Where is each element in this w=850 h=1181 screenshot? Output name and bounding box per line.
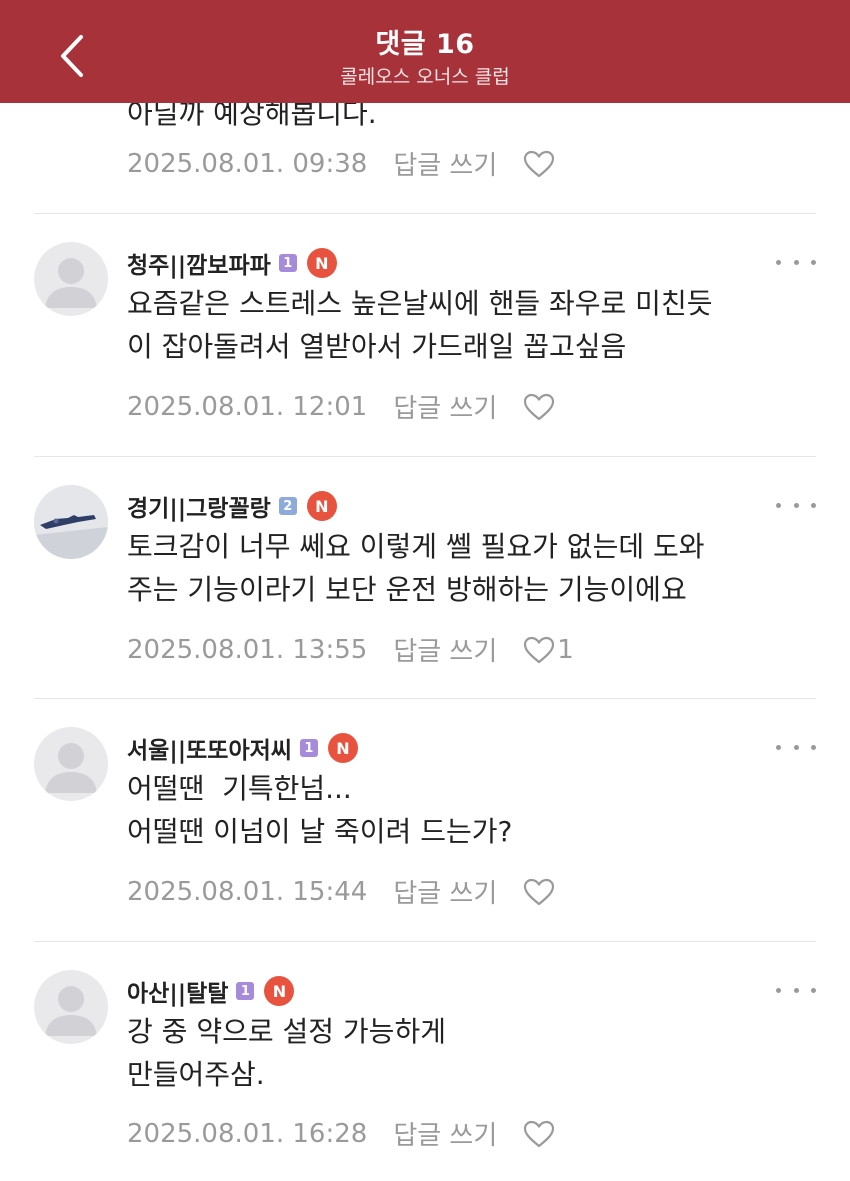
author-name[interactable]: 청주||깜보파파 [127, 246, 271, 280]
comment-meta: 2025.08.01. 13:55 답글 쓰기 1 [127, 631, 574, 668]
comment-meta: 2025.08.01. 12:01 답글 쓰기 [127, 388, 557, 425]
comment-divider [34, 698, 816, 699]
heart-outline-icon [524, 878, 555, 905]
author-name[interactable]: 서울||또또아저씨 [127, 731, 292, 765]
new-badge: N [306, 491, 337, 521]
reply-button[interactable]: 답글 쓰기 [393, 388, 497, 425]
comment-date: 2025.08.01. 16:28 [127, 1118, 368, 1149]
level-badge: 1 [236, 982, 255, 1000]
more-options-button[interactable] [776, 982, 816, 998]
heart-outline-icon [524, 1120, 555, 1147]
comment-date: 2025.08.01. 13:55 [127, 634, 368, 665]
author-row: 청주||깜보파파 1 N [127, 246, 337, 280]
new-badge: N [327, 733, 358, 763]
default-avatar[interactable] [34, 242, 108, 316]
comment-line: 어떨땐 기특한넘... [127, 772, 352, 805]
cafe-name: 콜레오스 오너스 클럽 [340, 66, 510, 88]
comment-meta: 2025.08.01. 09:38 답글 쓰기 [127, 145, 557, 182]
comment-divider [34, 213, 816, 214]
more-dot [811, 987, 816, 993]
default-avatar[interactable] [34, 970, 108, 1044]
comment-meta: 2025.08.01. 15:44 답글 쓰기 [127, 873, 557, 910]
profile-photo-icon [34, 485, 108, 559]
comment-text: 요즘같은 스트레스 높은날씨에 핸들 좌우로 미친듯 이 잡아돌려서 열받아서 … [127, 282, 712, 368]
like-count: 1 [557, 634, 574, 665]
more-options-button[interactable] [776, 254, 816, 270]
author-name[interactable]: 경기||그랑꼴랑 [127, 489, 271, 523]
like-button[interactable] [523, 393, 557, 421]
comment-meta: 2025.08.01. 16:28 답글 쓰기 [127, 1115, 557, 1152]
more-options-button[interactable] [776, 739, 816, 755]
photo-avatar[interactable] [34, 485, 108, 559]
comment-text: 토크감이 너무 쎄요 이렇게 쎌 필요가 없는데 도와 주는 기능이라기 보단 … [127, 525, 705, 611]
comment-line: 이 잡아돌려서 열받아서 가드래일 꼽고싶음 [127, 330, 627, 363]
author-row: 아산||탈탈 1 N [127, 974, 295, 1008]
more-dot [793, 744, 799, 750]
more-dot [811, 259, 816, 265]
new-badge: N [306, 248, 337, 278]
comment-line: 주는 기능이라기 보단 운전 방해하는 기능이에요 [127, 573, 687, 606]
person-icon [45, 986, 97, 1036]
more-dot [793, 502, 799, 508]
comment-line: 요즘같은 스트레스 높은날씨에 핸들 좌우로 미친듯 [127, 287, 713, 320]
new-badge: N [264, 976, 295, 1006]
comment-divider [34, 456, 816, 457]
like-button[interactable]: 1 [523, 635, 574, 665]
more-dot [776, 502, 781, 508]
like-button[interactable] [523, 150, 557, 178]
page-title: 댓글 16 [375, 29, 475, 60]
more-options-button[interactable] [776, 497, 816, 513]
heart-outline-icon [524, 393, 555, 420]
author-name[interactable]: 아산||탈탈 [127, 974, 228, 1008]
more-dot [793, 987, 799, 993]
comment-line: 강 중 약으로 설정 가능하게 [127, 1015, 446, 1048]
level-badge: 1 [278, 254, 297, 272]
author-row: 서울||또또아저씨 1 N [127, 731, 358, 765]
comment-divider [34, 941, 816, 942]
like-button[interactable] [523, 878, 557, 906]
comment-line: 만들어주삼. [127, 1058, 265, 1091]
heart-outline-icon [524, 150, 555, 177]
author-row: 경기||그랑꼴랑 2 N [127, 489, 337, 523]
level-badge: 2 [278, 497, 297, 515]
default-avatar[interactable] [34, 727, 108, 801]
heart-outline-icon [524, 636, 555, 663]
comment-text: 어떨땐 기특한넘... 어떨땐 이넘이 날 죽이려 드는가? [127, 767, 512, 853]
more-dot [811, 744, 816, 750]
more-dot [776, 744, 781, 750]
reply-button[interactable]: 답글 쓰기 [393, 145, 497, 182]
comment-line: 어떨땐 이넘이 날 죽이려 드는가? [127, 815, 513, 848]
more-dot [811, 502, 816, 508]
comment-text: 강 중 약으로 설정 가능하게 만들어주삼. [127, 1010, 446, 1096]
app-header: 댓글 16 콜레오스 오너스 클럽 [0, 0, 850, 103]
more-dot [776, 259, 781, 265]
person-icon [45, 743, 97, 793]
comment-line: 토크감이 너무 쎄요 이렇게 쎌 필요가 없는데 도와 [127, 530, 705, 563]
more-dot [776, 987, 781, 993]
reply-button[interactable]: 답글 쓰기 [393, 873, 497, 910]
reply-button[interactable]: 답글 쓰기 [393, 1115, 497, 1152]
comment-date: 2025.08.01. 15:44 [127, 876, 368, 907]
comment-date: 2025.08.01. 12:01 [127, 391, 368, 422]
person-icon [45, 258, 97, 308]
comment-date: 2025.08.01. 09:38 [127, 148, 368, 179]
like-button[interactable] [523, 1120, 557, 1148]
more-dot [793, 259, 799, 265]
reply-button[interactable]: 답글 쓰기 [393, 631, 497, 668]
level-badge: 1 [299, 739, 318, 757]
